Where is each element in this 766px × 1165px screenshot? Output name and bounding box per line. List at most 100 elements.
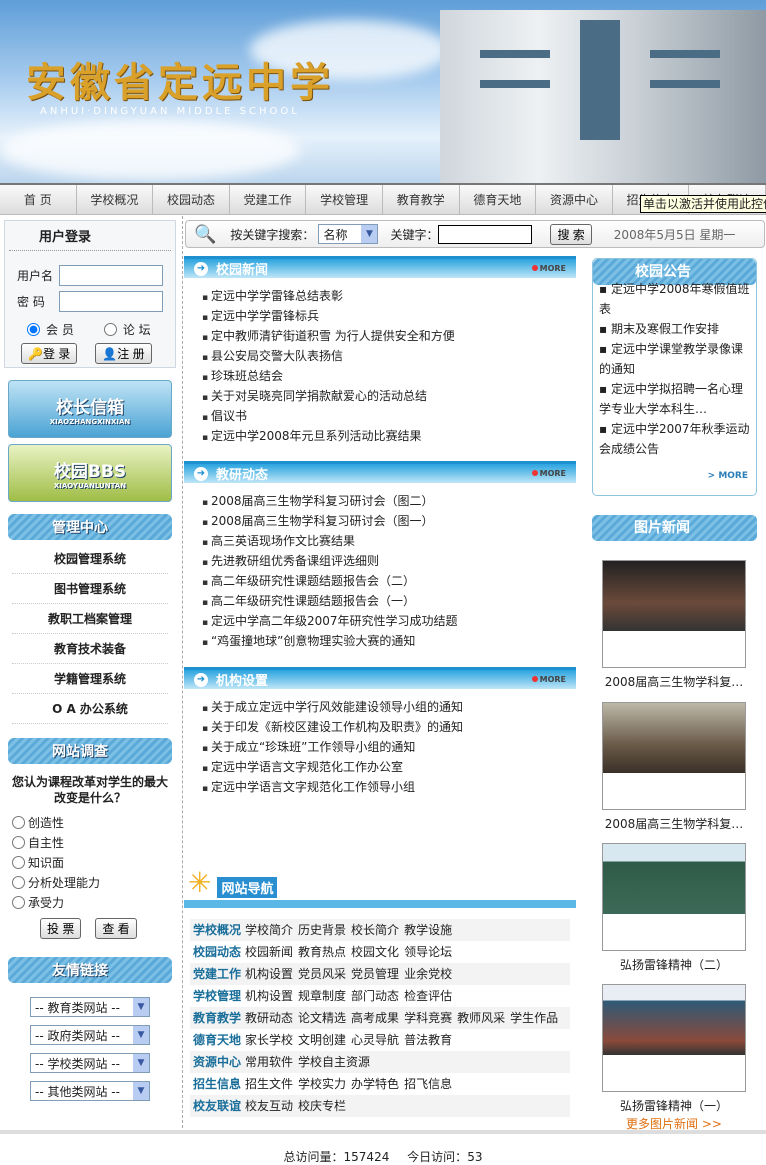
campus-bbs-button[interactable]: 校园BBS XIAOYUANLUNTAN: [8, 444, 172, 502]
register-button[interactable]: 👤注 册: [95, 343, 152, 364]
sitenav-link[interactable]: 领导论坛: [404, 945, 452, 959]
notice-item[interactable]: ▪ 定远中学拟招聘一名心理学专业大学本科生…: [593, 379, 756, 419]
sitenav-link[interactable]: 机构设置: [245, 967, 293, 981]
other-links-select[interactable]: -- 其他类网站 -- ▼: [30, 1081, 150, 1101]
sitenav-link[interactable]: 校庆专栏: [298, 1099, 346, 1113]
sitenav-link[interactable]: 论文精选: [298, 1011, 346, 1025]
login-button[interactable]: 🔑登 录: [21, 343, 78, 364]
research-item[interactable]: 2008届高三生物学科复习研讨会（图二）: [202, 491, 576, 511]
nav-party[interactable]: 党建工作: [230, 185, 307, 214]
org-item[interactable]: 关于成立“珍珠班”工作领导小组的通知: [202, 737, 576, 757]
photo-caption[interactable]: 2008届高三生物学科复…: [596, 673, 752, 690]
research-item[interactable]: 定远中学高二年级2007年研究性学习成功结题: [202, 611, 576, 631]
sitenav-category[interactable]: 学校管理: [193, 989, 241, 1003]
sitenav-category[interactable]: 教育教学: [193, 1011, 241, 1025]
search-button[interactable]: 搜 索: [550, 223, 592, 245]
role-forum-radio[interactable]: [103, 323, 117, 336]
org-more-link[interactable]: MORE: [532, 675, 566, 684]
sitenav-link[interactable]: 校园文化: [351, 945, 399, 959]
research-item[interactable]: 高二年级研究性课题结题报告会（一）: [202, 591, 576, 611]
survey-option-radio[interactable]: [12, 895, 25, 909]
notice-item[interactable]: ▪ 定远中学课堂教学录像课的通知: [593, 339, 756, 379]
username-input[interactable]: [59, 265, 163, 286]
news-item[interactable]: 倡议书: [202, 406, 576, 426]
photo-thumbnail[interactable]: [602, 843, 746, 951]
org-item[interactable]: 关于印发《新校区建设工作机构及职责》的通知: [202, 717, 576, 737]
sitenav-category[interactable]: 招生信息: [193, 1077, 241, 1091]
notice-more-link[interactable]: > MORE: [708, 471, 748, 481]
sitenav-link[interactable]: 历史背景: [298, 923, 346, 937]
nav-moral[interactable]: 德育天地: [460, 185, 537, 214]
sitenav-link[interactable]: 心灵导航: [351, 1033, 399, 1047]
sitenav-link[interactable]: 教研动态: [245, 1011, 293, 1025]
research-item[interactable]: 高三英语现场作文比赛结果: [202, 531, 576, 551]
research-item[interactable]: “鸡蛋撞地球”创意物理实验大赛的通知: [202, 631, 576, 651]
sitenav-category[interactable]: 校园动态: [193, 945, 241, 959]
nav-home[interactable]: 首 页: [0, 185, 77, 214]
sitenav-link[interactable]: 学生作品: [510, 1011, 558, 1025]
sitenav-link[interactable]: 招飞信息: [404, 1077, 452, 1091]
sitenav-link[interactable]: 学科竞赛: [404, 1011, 452, 1025]
password-input[interactable]: [59, 291, 163, 312]
sitenav-category[interactable]: 学校概况: [193, 923, 241, 937]
research-item[interactable]: 先进教研组优秀备课组评选细则: [202, 551, 576, 571]
photo-thumbnail[interactable]: [602, 702, 746, 810]
sitenav-link[interactable]: 教师风采: [457, 1011, 505, 1025]
sitenav-link[interactable]: 规章制度: [298, 989, 346, 1003]
sitenav-link[interactable]: 学校简介: [245, 923, 293, 937]
nav-teaching[interactable]: 教育教学: [383, 185, 460, 214]
sitenav-link[interactable]: 办学特色: [351, 1077, 399, 1091]
research-item[interactable]: 2008届高三生物学科复习研讨会（图一）: [202, 511, 576, 531]
sitenav-link[interactable]: 文明创建: [298, 1033, 346, 1047]
research-item[interactable]: 高二年级研究性课题结题报告会（二）: [202, 571, 576, 591]
survey-option-radio[interactable]: [12, 835, 25, 849]
nav-resources[interactable]: 资源中心: [536, 185, 613, 214]
nav-management[interactable]: 学校管理: [306, 185, 383, 214]
photo-caption[interactable]: 2008届高三生物学科复…: [596, 815, 752, 832]
sitenav-link[interactable]: 党员风采: [298, 967, 346, 981]
manage-link[interactable]: 校园管理系统: [12, 544, 168, 574]
survey-option-radio[interactable]: [12, 815, 25, 829]
manage-link[interactable]: 学籍管理系统: [12, 664, 168, 694]
view-results-button[interactable]: 查 看: [95, 918, 137, 939]
sitenav-category[interactable]: 校友联谊: [193, 1099, 241, 1113]
sitenav-link[interactable]: 校长简介: [351, 923, 399, 937]
search-field-select[interactable]: 名称 ▼: [318, 224, 379, 244]
gov-links-select[interactable]: -- 政府类网站 -- ▼: [30, 1025, 150, 1045]
news-item[interactable]: 定远中学2008年元旦系列活动比赛结果: [202, 426, 576, 446]
news-more-link[interactable]: MORE: [532, 264, 566, 273]
manage-link[interactable]: 教职工档案管理: [12, 604, 168, 634]
survey-option-radio[interactable]: [12, 855, 25, 869]
news-item[interactable]: 定远中学学雷锋标兵: [202, 306, 576, 326]
org-item[interactable]: 定远中学语言文字规范化工作领导小组: [202, 777, 576, 797]
notice-item[interactable]: ▪ 定远中学2008年寒假值班表: [593, 279, 756, 319]
org-item[interactable]: 关于成立定远中学行风效能建设领导小组的通知: [202, 697, 576, 717]
sitenav-link[interactable]: 党员管理: [351, 967, 399, 981]
sitenav-category[interactable]: 党建工作: [193, 967, 241, 981]
news-item[interactable]: 定远中学学雷锋总结表彰: [202, 286, 576, 306]
sitenav-link[interactable]: 学校自主资源: [298, 1055, 370, 1069]
sitenav-link[interactable]: 业余党校: [404, 967, 452, 981]
manage-link[interactable]: O A 办公系统: [12, 694, 168, 724]
sitenav-link[interactable]: 教学设施: [404, 923, 452, 937]
nav-overview[interactable]: 学校概况: [77, 185, 154, 214]
org-item[interactable]: 定远中学语言文字规范化工作办公室: [202, 757, 576, 777]
news-item[interactable]: 定中教师清铲街道积雪 为行人提供安全和方便: [202, 326, 576, 346]
sitenav-category[interactable]: 资源中心: [193, 1055, 241, 1069]
photo-caption[interactable]: 弘扬雷锋精神（二）: [596, 956, 752, 973]
sitenav-category[interactable]: 德育天地: [193, 1033, 241, 1047]
manage-link[interactable]: 图书管理系统: [12, 574, 168, 604]
sitenav-link[interactable]: 教育热点: [298, 945, 346, 959]
photo-thumbnail[interactable]: [602, 560, 746, 668]
sitenav-link[interactable]: 学校实力: [298, 1077, 346, 1091]
notice-item[interactable]: ▪ 期末及寒假工作安排: [593, 319, 756, 339]
edu-links-select[interactable]: -- 教育类网站 -- ▼: [30, 997, 150, 1017]
sitenav-link[interactable]: 高考成果: [351, 1011, 399, 1025]
sitenav-link[interactable]: 常用软件: [245, 1055, 293, 1069]
sitenav-link[interactable]: 招生文件: [245, 1077, 293, 1091]
sitenav-link[interactable]: 部门动态: [351, 989, 399, 1003]
photo-thumbnail[interactable]: [602, 984, 746, 1092]
school-links-select[interactable]: -- 学校类网站 -- ▼: [30, 1053, 150, 1073]
manage-link[interactable]: 教育技术装备: [12, 634, 168, 664]
sitenav-link[interactable]: 机构设置: [245, 989, 293, 1003]
